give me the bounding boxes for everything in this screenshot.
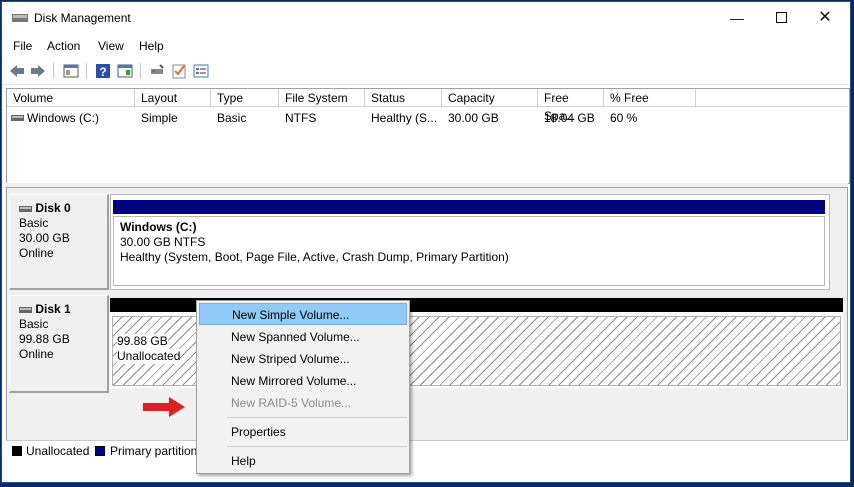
legend-bar: Unallocated Primary partition xyxy=(6,440,848,461)
disk-0-label[interactable]: Disk 0 Basic 30.00 GB Online xyxy=(9,194,109,290)
cell-file-system: NTFS xyxy=(285,111,317,125)
unallocated-size: 99.88 GB xyxy=(117,334,168,349)
partition-size-fs: 30.00 GB NTFS xyxy=(120,235,206,249)
disk-kind: Basic xyxy=(19,317,49,331)
column-header-volume[interactable]: Volume xyxy=(7,89,135,107)
column-header-filler xyxy=(696,89,847,107)
partition-status: Healthy (System, Boot, Page File, Active… xyxy=(120,250,509,264)
window-title: Disk Management xyxy=(34,11,131,25)
menu-item-help[interactable]: Help xyxy=(199,450,407,472)
column-header-capacity[interactable]: Capacity xyxy=(442,89,538,107)
disk-size: 99.88 GB xyxy=(19,332,70,346)
cell-volume: Windows (C:) xyxy=(27,111,100,125)
menu-view[interactable]: View xyxy=(98,39,124,53)
help-icon[interactable]: ? xyxy=(94,62,112,80)
column-header-free-space[interactable]: Free Spa... xyxy=(538,89,604,123)
cell-layout: Simple xyxy=(141,111,178,125)
legend-label-unallocated: Unallocated xyxy=(26,444,90,458)
disk-management-window: Disk Management — ✕ File Action View Hel… xyxy=(1,1,851,483)
legend-swatch-primary xyxy=(95,446,105,456)
legend-label-primary: Primary partition xyxy=(110,444,198,458)
volume-list: Volume Layout Type File System Status Ca… xyxy=(6,88,850,184)
menu-separator xyxy=(227,446,407,447)
column-header-type[interactable]: Type xyxy=(211,89,279,107)
menu-item-new-raid5-volume: New RAID-5 Volume... xyxy=(231,396,352,410)
cell-type: Basic xyxy=(217,111,247,125)
partition-title: Windows (C:) xyxy=(120,220,197,234)
cell-free-space: 18.04 GB xyxy=(544,111,595,125)
menu-item-properties[interactable]: Properties xyxy=(199,421,407,443)
check-properties-icon[interactable] xyxy=(170,62,188,80)
maximize-button[interactable] xyxy=(758,2,804,34)
disk-0-area: Windows (C:) 30.00 GB NTFS Healthy (Syst… xyxy=(110,194,830,290)
menu-item-new-simple-volume[interactable]: New Simple Volume... xyxy=(199,303,407,325)
minimize-button[interactable]: — xyxy=(714,2,760,34)
connect-disk-icon[interactable] xyxy=(148,62,166,80)
svg-text:?: ? xyxy=(99,65,106,79)
forward-arrow-icon[interactable] xyxy=(29,62,47,80)
column-header-percent-free[interactable]: % Free xyxy=(604,89,696,107)
close-button[interactable]: ✕ xyxy=(802,2,848,34)
action-pane-icon[interactable] xyxy=(116,62,134,80)
console-tree-icon[interactable] xyxy=(62,62,80,80)
menu-item-new-mirrored-volume[interactable]: New Mirrored Volume... xyxy=(199,370,407,392)
toolbar: ? xyxy=(2,58,850,85)
disk-management-app-icon xyxy=(12,14,28,22)
partition-windows-c[interactable]: Windows (C:) 30.00 GB NTFS Healthy (Syst… xyxy=(113,216,825,286)
menu-action[interactable]: Action xyxy=(47,39,80,53)
menu-bar: File Action View Help xyxy=(2,36,850,56)
back-arrow-icon[interactable] xyxy=(8,62,26,80)
settings-list-icon[interactable] xyxy=(192,62,210,80)
cell-percent-free: 60 % xyxy=(610,111,638,125)
column-header-status[interactable]: Status xyxy=(365,89,442,107)
disk-icon xyxy=(19,205,32,212)
column-header-layout[interactable]: Layout xyxy=(135,89,211,107)
cell-capacity: 30.00 GB xyxy=(448,111,499,125)
legend-swatch-unallocated xyxy=(12,446,22,456)
menu-help[interactable]: Help xyxy=(139,39,164,53)
disk-size: 30.00 GB xyxy=(19,231,70,245)
red-arrow-icon xyxy=(143,397,185,417)
cell-status: Healthy (S... xyxy=(371,111,438,125)
disk-state: Online xyxy=(19,347,54,361)
unallocated-label: Unallocated xyxy=(117,349,181,364)
disk-kind: Basic xyxy=(19,216,49,230)
disk-state: Online xyxy=(19,246,54,260)
disk-name: Disk 0 xyxy=(35,201,71,215)
menu-file[interactable]: File xyxy=(13,39,32,53)
partition-color-bar xyxy=(113,200,825,214)
context-menu: New Simple Volume... New Spanned Volume.… xyxy=(196,300,410,474)
menu-item-new-spanned-volume[interactable]: New Spanned Volume... xyxy=(199,326,407,348)
disk-name: Disk 1 xyxy=(35,302,71,316)
disk-1-label[interactable]: Disk 1 Basic 99.88 GB Online xyxy=(9,295,109,393)
disk-graph-pane: Disk 0 Basic 30.00 GB Online Windows (C:… xyxy=(6,187,848,460)
title-bar[interactable]: Disk Management — ✕ xyxy=(2,2,850,34)
menu-separator xyxy=(227,417,407,418)
column-header-file-system[interactable]: File System xyxy=(279,89,365,107)
menu-item-new-striped-volume[interactable]: New Striped Volume... xyxy=(199,348,407,370)
disk-icon xyxy=(19,306,32,313)
